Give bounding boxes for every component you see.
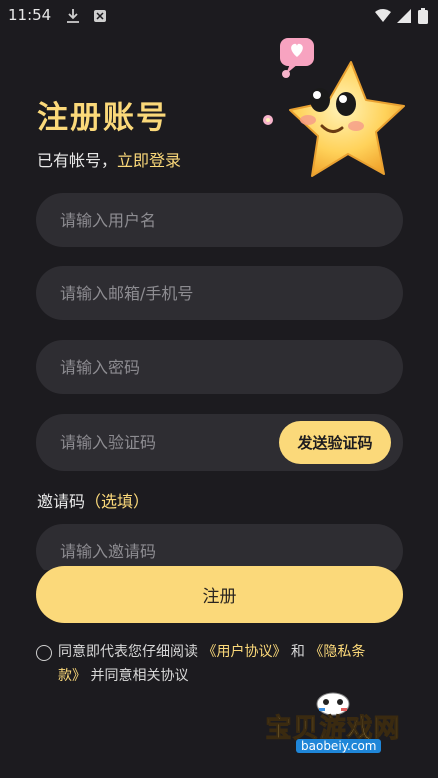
- agreement-suffix: 并同意相关协议: [86, 668, 189, 684]
- verification-code-field: 发送验证码: [36, 414, 403, 471]
- watermark-url: baobeiy.com: [296, 739, 382, 753]
- status-time: 11:54: [8, 6, 52, 24]
- agreement-and: 和: [286, 644, 310, 660]
- watermark-logo: 宝贝游戏网 baobeiy.com: [258, 688, 408, 766]
- invite-code-label: 邀请码（选填）: [37, 488, 149, 512]
- user-agreement-link[interactable]: 《用户协议》: [202, 644, 286, 660]
- signal-icon: [397, 9, 411, 23]
- invite-label-text: 邀请码: [37, 492, 86, 511]
- agreement-checkbox[interactable]: [36, 645, 52, 661]
- password-input[interactable]: [36, 340, 403, 394]
- invite-code-input[interactable]: [36, 524, 403, 570]
- register-button[interactable]: 注册: [36, 566, 403, 623]
- invite-code-field: [36, 524, 403, 570]
- download-icon: [67, 9, 79, 23]
- status-bar: 11:54: [0, 0, 438, 32]
- username-input[interactable]: [36, 193, 403, 247]
- send-code-button[interactable]: 发送验证码: [279, 421, 391, 464]
- agreement-prefix: 同意即代表您仔细阅读: [58, 644, 203, 660]
- invite-optional-text: （选填）: [85, 492, 150, 511]
- app-notification-icon: [94, 10, 106, 22]
- battery-icon: [418, 8, 428, 24]
- page-title: 注册账号: [37, 100, 169, 136]
- has-account-text: 已有帐号，: [37, 151, 118, 170]
- agreement-text: 同意即代表您仔细阅读 《用户协议》 和 《隐私条款》 并同意相关协议: [58, 640, 388, 688]
- login-prompt: 已有帐号，立即登录: [37, 147, 181, 171]
- star-mascot-icon: [263, 38, 405, 177]
- login-link[interactable]: 立即登录: [117, 151, 181, 170]
- email-phone-input[interactable]: [36, 266, 403, 320]
- wifi-icon: [375, 9, 391, 22]
